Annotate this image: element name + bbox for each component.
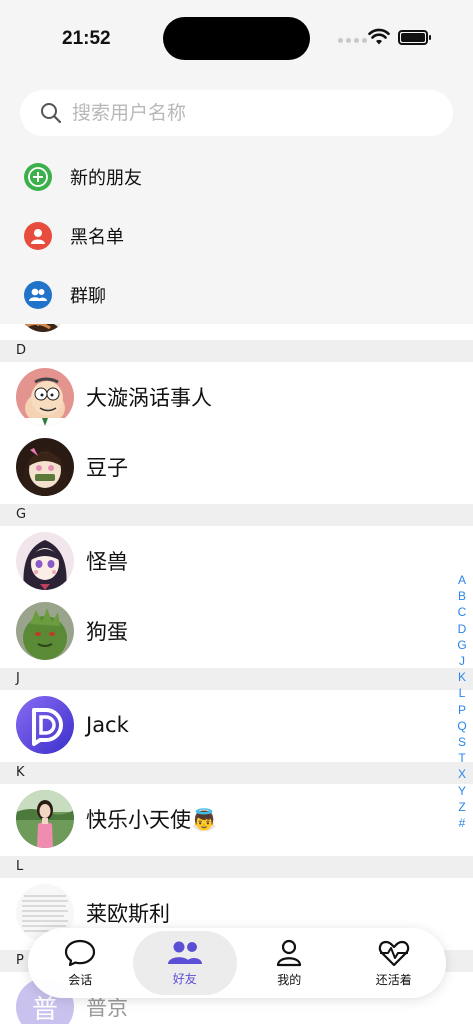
menu-new-friends[interactable]: 新的朋友 [0,148,473,206]
index-letter[interactable]: B [458,588,466,604]
tab-label: 好友 [172,971,197,986]
contact-list[interactable]: D 大漩涡话事人 豆子 G 怪兽 狗蛋 J Jack K 快乐小天使👼 L 莱欧… [0,324,473,1024]
search-input[interactable] [72,102,412,124]
contact-name: Jack [86,713,129,737]
search-icon [41,103,62,124]
contact-row[interactable]: Jack [0,690,473,760]
section-header: D [0,340,473,362]
chat-bubble-icon [65,939,96,966]
user-block-icon [24,222,52,250]
contact-row[interactable]: 豆子 [0,432,473,502]
avatar [16,368,74,426]
avatar [16,696,74,754]
menu-label: 黑名单 [70,227,124,248]
index-letter[interactable]: X [458,766,466,782]
avatar [16,438,74,496]
index-letter[interactable]: A [458,572,466,588]
person-icon [277,939,302,966]
index-letter[interactable]: G [457,637,466,653]
contact-name: 怪兽 [86,550,128,574]
tab-friends[interactable]: 好友 [132,931,237,995]
contact-name: 豆子 [86,456,128,480]
contact-name: 快乐小天使👼 [86,808,218,832]
status-time: 21:52 [62,28,111,49]
index-letter[interactable]: C [458,604,467,620]
index-letter[interactable]: # [459,815,466,831]
tab-label: 还活着 [375,972,412,987]
add-circle-icon [24,163,52,191]
index-letter[interactable]: Z [458,799,465,815]
tab-me[interactable]: 我的 [237,928,342,998]
index-letter[interactable]: D [458,621,467,637]
section-header: L [0,856,473,878]
battery-icon [398,30,431,45]
avatar [16,602,74,660]
avatar [16,790,74,848]
contact-row[interactable]: 狗蛋 [0,596,473,666]
section-header: J [0,668,473,690]
section-header: G [0,504,473,526]
section-header: K [0,762,473,784]
menu-label: 新的朋友 [70,168,142,189]
menu-blacklist[interactable]: 黑名单 [0,207,473,265]
group-icon [24,281,52,309]
contact-name: 大漩涡话事人 [86,386,212,410]
search-bar[interactable] [20,90,453,136]
wifi-icon [368,28,390,45]
index-letter[interactable]: Q [457,718,466,734]
tab-chats[interactable]: 会话 [28,928,133,998]
index-letter[interactable]: P [458,702,466,718]
top-area: 新的朋友 黑名单 群聊 [0,80,473,324]
friends-icon [167,941,202,964]
avatar [18,324,68,332]
status-bar: 21:52 [0,0,473,80]
index-letter[interactable]: Y [458,783,466,799]
menu-group-chat[interactable]: 群聊 [0,266,473,324]
index-letter[interactable]: L [459,685,466,701]
contact-name: 莱欧斯利 [86,902,170,926]
index-letter[interactable]: S [458,734,466,750]
contact-row[interactable]: 快乐小天使👼 [0,784,473,854]
contact-name: 狗蛋 [86,620,128,644]
signal-icon [338,38,367,43]
contact-row[interactable]: 怪兽 [0,526,473,596]
tab-bar: 会话 好友 我的 还活着 [28,928,446,998]
menu-label: 群聊 [70,286,106,307]
heartbeat-icon [378,940,409,966]
contact-row[interactable]: 大漩涡话事人 [0,362,473,432]
avatar [16,532,74,590]
tab-alive[interactable]: 还活着 [342,928,447,998]
alphabet-index[interactable]: A B C D G J K L P Q S T X Y Z # [454,572,470,831]
index-letter[interactable]: T [458,750,465,766]
dynamic-island [163,17,310,60]
tab-label: 会话 [68,972,93,987]
index-letter[interactable]: J [459,653,465,669]
tab-label: 我的 [277,972,302,987]
index-letter[interactable]: K [458,669,466,685]
